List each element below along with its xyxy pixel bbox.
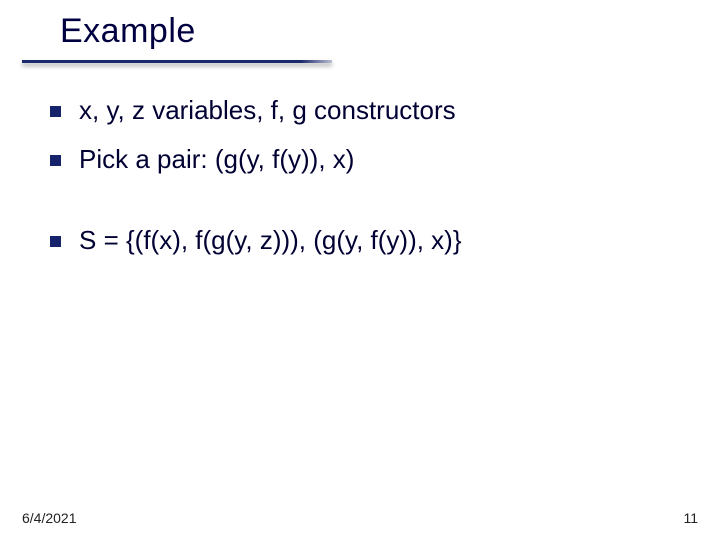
- footer-page-number: 11: [683, 510, 698, 526]
- title-underline: [22, 60, 332, 63]
- square-bullet-icon: [50, 106, 61, 117]
- square-bullet-icon: [50, 236, 61, 247]
- bullet-text: x, y, z variables, f, g constructors: [79, 95, 456, 126]
- slide-body: x, y, z variables, f, g constructors Pic…: [50, 95, 680, 274]
- footer-date: 6/4/2021: [22, 510, 77, 526]
- bullet-item-2: Pick a pair: (g(y, f(y)), x): [50, 144, 680, 175]
- bullet-text: Pick a pair: (g(y, f(y)), x): [79, 144, 354, 175]
- slide-footer: 6/4/2021 11: [22, 510, 698, 526]
- bullet-item-3: S = {(f(x), f(g(y, z))), (g(y, f(y)), x)…: [50, 225, 680, 256]
- slide-title: Example: [60, 12, 720, 51]
- square-bullet-icon: [50, 155, 61, 166]
- bullet-text: S = {(f(x), f(g(y, z))), (g(y, f(y)), x)…: [79, 225, 462, 256]
- bullet-item-1: x, y, z variables, f, g constructors: [50, 95, 680, 126]
